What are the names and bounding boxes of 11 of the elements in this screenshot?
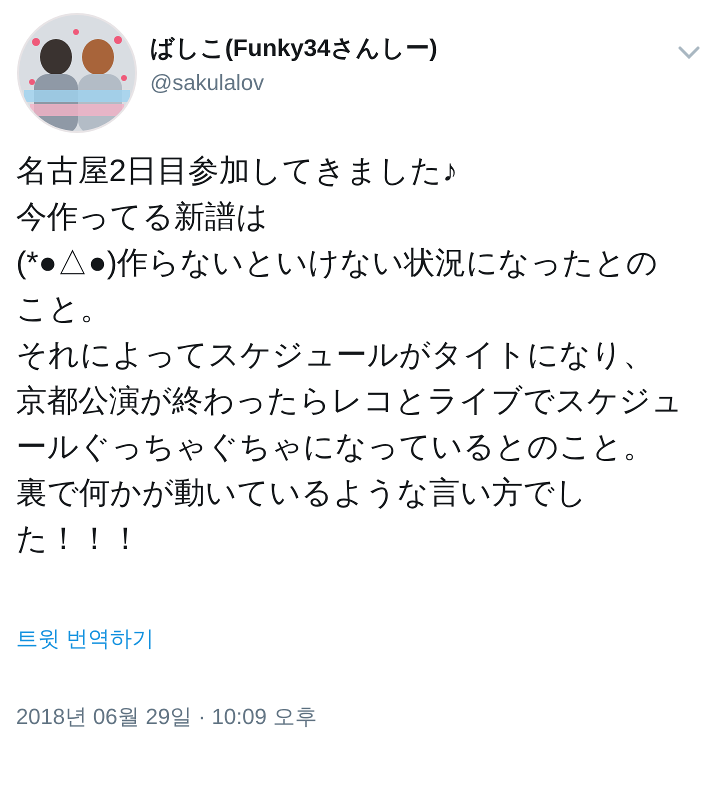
tweet-text: 京都公演が終わったらレコとライブでスケジュールぐっちゃぐちゃになっているとのこと。 [16, 382, 684, 466]
tweet-text: (*●△●)作らないといけない状況になったとのこと。 [16, 244, 660, 328]
tweet-text: 今作ってる新譜は [16, 198, 269, 236]
translate-link[interactable]: 트윗 번역하기 [16, 624, 154, 654]
tweet-text: 裏で何かが動いているような言い方でした！！！ [16, 474, 588, 558]
tweet-text: それによってスケジュールがタイトになり、 [16, 336, 655, 374]
tweet-text: 名古屋2日目参加してきました♪ [16, 152, 459, 190]
tweet-timestamp: 2018년 06월 29일 · 10:09 오후 [16, 703, 317, 731]
chevron-down-icon[interactable] [678, 46, 700, 60]
author-name[interactable]: ばしこ(Funky34さんしー) [150, 34, 438, 64]
author-handle[interactable]: @sakulalov [150, 68, 438, 98]
